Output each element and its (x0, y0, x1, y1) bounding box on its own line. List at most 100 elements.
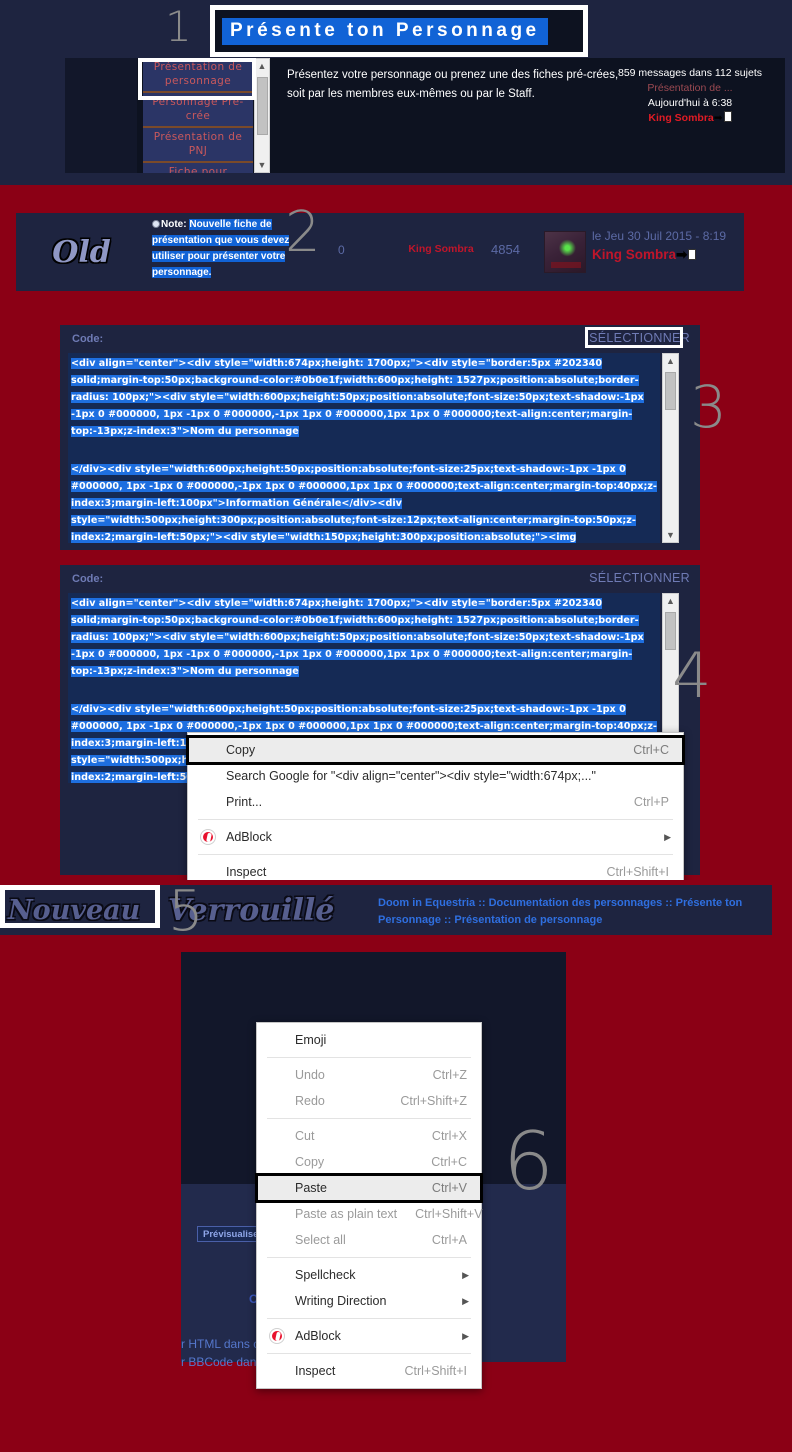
menu-item-search-google[interactable]: Search Google for "<div align="center"><… (188, 763, 683, 789)
select-all-button[interactable]: SÉLECTIONNER (589, 571, 690, 585)
menu-item-undo: Undo Ctrl+Z (257, 1062, 481, 1088)
adblock-icon (270, 1329, 284, 1343)
code-panel: Code: SÉLECTIONNER <div align="center"><… (60, 325, 700, 550)
forum-description: Présentez votre personnage ou prenez une… (287, 69, 619, 100)
menu-item-accel: Ctrl+V (431, 1181, 467, 1195)
menu-item-label: Search Google for "<div align="center"><… (226, 769, 596, 783)
menu-item-accel: Ctrl+X (431, 1129, 467, 1143)
menu-item-accel: Ctrl+Z (432, 1068, 467, 1082)
topic-author[interactable]: King Sombra (396, 243, 486, 255)
reply-count: 0 (338, 243, 345, 257)
section-1-forum-header: 1 Présente ton Personnage Présentation d… (0, 0, 792, 185)
menu-item-label: Cut (295, 1129, 315, 1143)
context-menu-small[interactable]: Copy Ctrl+C Search Google for "<div alig… (186, 732, 685, 890)
sidebar-item-presentation-pnj[interactable]: Présentation de PNJ (143, 128, 253, 163)
menu-item-accel: Ctrl+Shift+Z (400, 1094, 467, 1108)
scroll-up-arrow-icon[interactable]: ▲ (255, 59, 269, 73)
scroll-down-arrow-icon[interactable]: ▼ (663, 528, 678, 542)
menu-item-select-all: Select all Ctrl+A (257, 1227, 481, 1253)
step-number-1: 1 (165, 2, 192, 51)
menu-item-label: Inspect (295, 1364, 336, 1378)
context-menu-large[interactable]: Emoji Undo Ctrl+Z Redo Ctrl+Shift+Z Cut … (255, 1022, 483, 1389)
note-label: Note: (161, 219, 187, 230)
menu-item-emoji[interactable]: Emoji (257, 1027, 481, 1053)
menu-item-accel: Ctrl+Shift+I (606, 865, 669, 879)
menu-separator (267, 1118, 471, 1119)
code-scrollbar[interactable]: ▲ ▼ (662, 353, 679, 543)
menu-item-copy: Copy Ctrl+C (257, 1149, 481, 1175)
tutorial-screenshot: 1 Présente ton Personnage Présentation d… (0, 0, 792, 1452)
last-post-date: Aujourd'hui à 6:38 (647, 97, 733, 109)
scroll-up-arrow-icon[interactable]: ▲ (663, 594, 678, 608)
section-4-code-box-context-menu: Code: SÉLECTIONNER <div align="center"><… (0, 560, 792, 890)
menu-separator (198, 854, 673, 855)
step-number-3: 3 (690, 373, 727, 441)
avatar (544, 231, 586, 273)
step-number-5: 5 (168, 879, 204, 944)
last-post-date: le Jeu 30 Juil 2015 - 8:19 (592, 229, 727, 243)
menu-separator (198, 819, 673, 820)
menu-item-redo: Redo Ctrl+Shift+Z (257, 1088, 481, 1114)
step-number-4: 4 (672, 639, 712, 712)
menu-item-cut: Cut Ctrl+X (257, 1123, 481, 1149)
topic-row: Old Note: Nouvelle fiche de présentation… (16, 213, 744, 291)
breadcrumb[interactable]: Doom in Equestria :: Documentation des p… (378, 895, 773, 929)
menu-item-accel: Ctrl+C (431, 1155, 467, 1169)
scroll-up-arrow-icon[interactable]: ▲ (663, 354, 678, 368)
menu-item-print[interactable]: Print... Ctrl+P (188, 789, 683, 815)
page-icon (723, 111, 732, 122)
step-number-2: 2 (285, 200, 321, 265)
menu-separator (267, 1057, 471, 1058)
section-3-code-box: Code: SÉLECTIONNER <div align="center"><… (0, 320, 792, 560)
forum-icon-box (65, 58, 137, 173)
menu-item-copy[interactable]: Copy Ctrl+C (186, 735, 685, 765)
goto-arrow-icon[interactable]: ➡ (714, 111, 723, 126)
subforum-list-scrollbar[interactable]: ▲ ▼ (254, 58, 270, 173)
menu-item-inspect[interactable]: Inspect Ctrl+Shift+I (257, 1358, 481, 1384)
menu-separator (267, 1318, 471, 1319)
menu-item-label: Paste (295, 1181, 327, 1195)
page-icon (688, 249, 697, 260)
menu-item-accel: Ctrl+Shift+V (415, 1207, 483, 1221)
menu-item-spellcheck[interactable]: Spellcheck ▶ (257, 1262, 481, 1288)
menu-item-adblock[interactable]: AdBlock ▶ (188, 824, 683, 850)
last-post-user[interactable]: King Sombra (592, 247, 676, 262)
scroll-down-arrow-icon[interactable]: ▼ (255, 158, 269, 172)
section-2-topic-row: Old Note: Nouvelle fiche de présentation… (0, 185, 792, 320)
note-bullet-icon (152, 220, 160, 228)
menu-item-label: Inspect (226, 865, 267, 879)
menu-item-adblock[interactable]: AdBlock ▶ (257, 1323, 481, 1349)
chevron-right-icon: ▶ (462, 1330, 469, 1341)
menu-item-accel: Ctrl+C (633, 743, 669, 757)
menu-item-label: Select all (295, 1233, 346, 1247)
menu-item-label: Redo (295, 1094, 325, 1108)
menu-item-accel: Ctrl+Shift+I (404, 1364, 467, 1378)
menu-separator (267, 1353, 471, 1354)
section-6-editor-context-menu: Prévisualiser O r HTML dans ce message r… (0, 952, 792, 1452)
highlight-frame-list-item (138, 58, 256, 100)
goto-arrow-icon[interactable]: ➡ (676, 247, 687, 263)
last-post-user[interactable]: King Sombra (648, 112, 713, 124)
last-topic-link[interactable]: Présentation de ... (610, 81, 770, 96)
menu-item-label: Paste as plain text (295, 1207, 398, 1221)
highlight-frame-title (210, 5, 588, 57)
scrollbar-thumb[interactable] (665, 372, 676, 410)
adblock-icon (201, 830, 215, 844)
step-number-6: 6 (503, 1115, 554, 1208)
code-label: Code: (72, 573, 104, 585)
menu-item-label: Copy (295, 1155, 325, 1169)
menu-item-label: Undo (295, 1068, 325, 1082)
forum-counts: 859 messages dans 112 sujets (618, 67, 762, 79)
menu-item-label: Print... (226, 795, 263, 809)
menu-item-writing-direction[interactable]: Writing Direction ▶ (257, 1288, 481, 1314)
menu-item-label: Emoji (295, 1033, 327, 1047)
menu-item-accel: Ctrl+A (431, 1233, 467, 1247)
menu-item-paste[interactable]: Paste Ctrl+V (255, 1173, 483, 1203)
code-line-1: <div align="center"><div style="width:67… (71, 598, 644, 677)
topic-note: Note: Nouvelle fiche de présentation que… (152, 217, 302, 281)
scrollbar-thumb[interactable] (257, 77, 268, 135)
code-content[interactable]: <div align="center"><div style="width:67… (68, 353, 660, 543)
code-label: Code: (72, 333, 104, 345)
sidebar-item-fiche-monture[interactable]: Fiche pour Monture (143, 163, 253, 173)
old-label-image: Old (52, 234, 111, 270)
